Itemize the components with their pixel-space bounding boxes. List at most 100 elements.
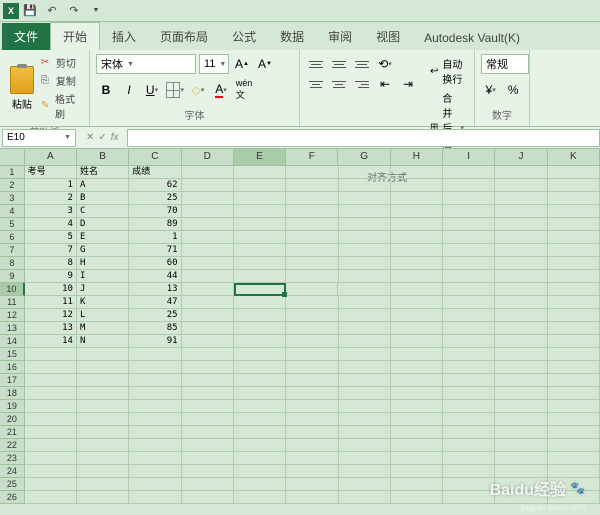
cell[interactable] [548,335,600,348]
cell[interactable]: 44 [129,270,181,283]
col-header-G[interactable]: G [338,149,390,166]
cell[interactable] [286,166,338,179]
cell[interactable]: 3 [25,205,77,218]
cell[interactable] [495,348,547,361]
cell[interactable] [548,387,600,400]
cell[interactable] [25,452,77,465]
cell[interactable] [234,192,286,205]
cell[interactable] [286,179,338,192]
cell[interactable] [548,244,600,257]
tab-formulas[interactable]: 公式 [220,23,268,50]
copy-button[interactable]: ⎘复制 [41,72,83,89]
col-header-F[interactable]: F [286,149,338,166]
cell[interactable] [391,244,443,257]
cell[interactable] [339,400,391,413]
cell[interactable] [182,231,234,244]
row-header[interactable]: 14 [0,335,25,348]
cell[interactable] [77,465,129,478]
cell[interactable] [391,413,443,426]
cell[interactable] [182,296,234,309]
cell[interactable] [182,374,234,387]
cell[interactable] [391,231,443,244]
cell[interactable] [548,270,600,283]
cell[interactable] [339,179,391,192]
cell[interactable] [391,465,443,478]
col-header-J[interactable]: J [495,149,547,166]
cell[interactable] [548,257,600,270]
cell[interactable] [495,296,547,309]
cell[interactable] [129,361,181,374]
cell[interactable]: 89 [129,218,181,231]
row-header[interactable]: 21 [0,426,25,439]
font-color-button[interactable]: A▾ [211,80,231,100]
row-header[interactable]: 25 [0,478,25,491]
cell[interactable]: E [77,231,129,244]
cell[interactable]: 9 [25,270,77,283]
cell[interactable] [548,283,600,296]
cell[interactable] [25,465,77,478]
cell[interactable] [77,478,129,491]
cell[interactable] [234,400,286,413]
cell[interactable] [339,374,391,387]
cell[interactable] [443,166,495,179]
cell[interactable] [182,179,234,192]
cell[interactable] [548,452,600,465]
cell[interactable] [548,413,600,426]
cell[interactable] [339,257,391,270]
cell[interactable]: 姓名 [77,166,129,179]
italic-button[interactable]: I [119,80,139,100]
cell[interactable] [234,465,286,478]
cell[interactable] [391,270,443,283]
row-header[interactable]: 22 [0,439,25,452]
cell[interactable] [338,283,390,296]
cell[interactable] [182,309,234,322]
fill-color-button[interactable]: ◇▾ [188,80,208,100]
cell[interactable] [443,348,495,361]
cell[interactable] [548,439,600,452]
bold-button[interactable]: B [96,80,116,100]
cell[interactable] [234,491,286,504]
currency-button[interactable]: ¥▾ [481,80,501,100]
cell[interactable] [286,257,338,270]
cell[interactable] [234,335,286,348]
cell[interactable] [443,231,495,244]
cell[interactable] [182,218,234,231]
cell[interactable] [495,452,547,465]
cell[interactable]: L [77,309,129,322]
row-header[interactable]: 15 [0,348,25,361]
cell[interactable] [443,400,495,413]
cell[interactable] [391,335,443,348]
cell[interactable]: 13 [129,283,181,296]
cell[interactable] [234,374,286,387]
cell[interactable] [495,244,547,257]
col-header-H[interactable]: H [391,149,443,166]
cell[interactable] [391,166,443,179]
cell[interactable] [495,205,547,218]
cell[interactable] [391,426,443,439]
cell[interactable]: 25 [129,309,181,322]
cell[interactable] [182,335,234,348]
cell[interactable]: 85 [129,322,181,335]
save-icon[interactable]: 💾 [23,4,37,18]
cell[interactable] [339,348,391,361]
row-header[interactable]: 12 [0,309,25,322]
cell[interactable] [548,231,600,244]
cell[interactable] [234,296,286,309]
cell[interactable] [339,270,391,283]
cell[interactable]: 1 [25,179,77,192]
cell[interactable] [234,244,286,257]
cell[interactable] [77,400,129,413]
cell[interactable]: 2 [25,192,77,205]
cell[interactable] [495,335,547,348]
cell[interactable] [182,166,234,179]
cell[interactable] [234,257,286,270]
cell[interactable] [182,322,234,335]
row-header[interactable]: 19 [0,400,25,413]
cell[interactable] [77,348,129,361]
cell[interactable] [548,192,600,205]
align-center-button[interactable] [329,76,349,92]
cell[interactable] [286,400,338,413]
cell[interactable]: 10 [25,283,77,296]
cell[interactable]: D [77,218,129,231]
cell[interactable] [443,413,495,426]
